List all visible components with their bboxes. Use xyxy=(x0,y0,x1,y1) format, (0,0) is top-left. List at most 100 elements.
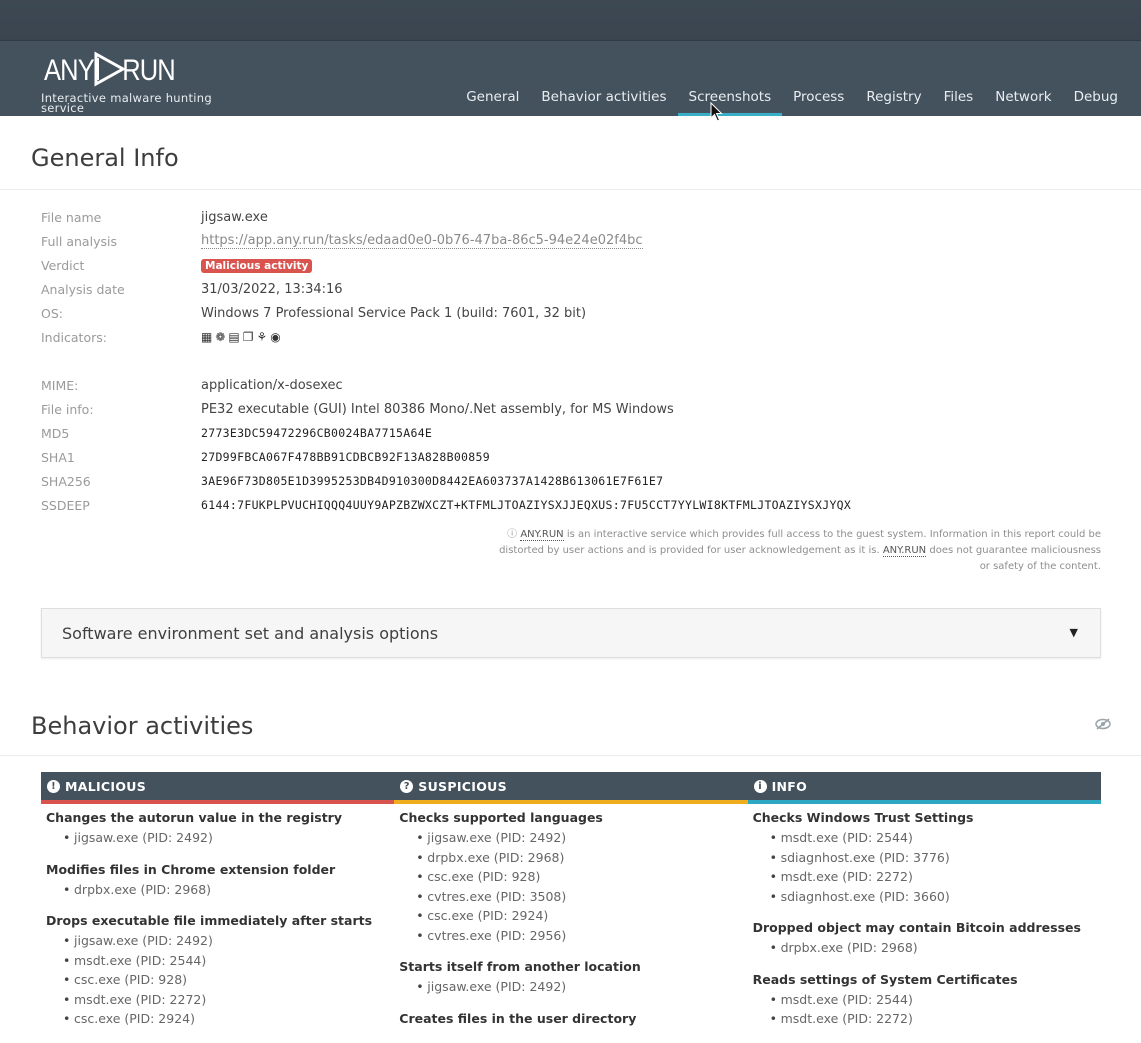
process-item[interactable]: cvtres.exe (PID: 3508) xyxy=(399,887,742,907)
process-item[interactable]: jigsaw.exe (PID: 2492) xyxy=(399,828,742,848)
label: Full analysis xyxy=(41,233,117,249)
process-item[interactable]: drpbx.exe (PID: 2968) xyxy=(46,880,389,900)
suspicious-header: ? SUSPICIOUS xyxy=(394,772,748,800)
row-mime: MIME: application/x-dosexec xyxy=(41,373,1101,397)
files-icon[interactable]: ❐ xyxy=(243,330,254,344)
process-item[interactable]: csc.exe (PID: 2924) xyxy=(46,1009,389,1029)
svg-text:RUN: RUN xyxy=(122,53,175,86)
row-verdict: Verdict Malicious activity xyxy=(41,253,1101,277)
nav-process[interactable]: Process xyxy=(782,81,855,116)
svg-text:ANY: ANY xyxy=(44,53,94,86)
row-os: OS: Windows 7 Professional Service Pack … xyxy=(41,301,1101,325)
site-header: ANY RUN Interactive malware hunting serv… xyxy=(0,40,1141,116)
tagline: Interactive malware hunting service xyxy=(41,92,231,114)
group-title: Reads settings of System Certificates xyxy=(752,971,1018,987)
process-item[interactable]: cvtres.exe (PID: 2956) xyxy=(399,926,742,946)
spy-icon[interactable]: ⚘ xyxy=(257,330,268,344)
row-file-name: File name jigsaw.exe xyxy=(41,205,1101,229)
group-title: Modifies files in Chrome extension folde… xyxy=(46,861,336,877)
process-item[interactable]: msdt.exe (PID: 2544) xyxy=(753,828,1096,848)
file-name-value: jigsaw.exe xyxy=(201,209,268,225)
row-file-info: File info: PE32 executable (GUI) Intel 8… xyxy=(41,397,1101,421)
row-sha1: SHA1 27D99FBCA067F478BB91CDBCB92F13A828B… xyxy=(41,445,1101,469)
label: SHA256 xyxy=(41,473,91,489)
behavior-group: Dropped object may contain Bitcoin addre… xyxy=(753,920,1096,958)
process-item[interactable]: msdt.exe (PID: 2544) xyxy=(753,990,1096,1010)
analysis-date-value: 31/03/2022, 13:34:16 xyxy=(201,281,343,297)
label: MD5 xyxy=(41,425,70,441)
nav-debug[interactable]: Debug xyxy=(1063,81,1129,116)
file-info-value: PE32 executable (GUI) Intel 80386 Mono/.… xyxy=(201,401,674,417)
behavior-group: Creates files in the user directory xyxy=(399,1011,742,1026)
bug-icon[interactable]: ❁ xyxy=(215,330,225,344)
process-item[interactable]: jigsaw.exe (PID: 2492) xyxy=(399,977,742,997)
process-item[interactable]: drpbx.exe (PID: 2968) xyxy=(753,938,1096,958)
process-item[interactable]: csc.exe (PID: 928) xyxy=(46,970,389,990)
process-item[interactable]: sdiagnhost.exe (PID: 3776) xyxy=(753,848,1096,868)
eye-icon[interactable]: ◉ xyxy=(270,330,280,344)
column-title: INFO xyxy=(771,778,808,794)
sha256-value: 3AE96F73D805E1D3995253DB4D910300D8442EA6… xyxy=(201,474,664,488)
label: OS: xyxy=(41,305,63,321)
accordion-label: Software environment set and analysis op… xyxy=(62,624,439,643)
behavior-group: Modifies files in Chrome extension folde… xyxy=(46,862,389,900)
nav-files[interactable]: Files xyxy=(933,81,985,116)
divider xyxy=(0,755,1141,756)
disclaimer: ⓘ ANY.RUN is an interactive service whic… xyxy=(491,527,1101,575)
full-analysis-link[interactable]: https://app.any.run/tasks/edaad0e0-0b76-… xyxy=(201,233,643,249)
eye-slash-icon[interactable] xyxy=(1095,718,1111,734)
network-icon[interactable]: ▦ xyxy=(201,330,212,344)
mime-value: application/x-dosexec xyxy=(201,377,343,393)
main-nav: General Behavior activities Screenshots … xyxy=(455,81,1129,116)
behavior-activities-title: Behavior activities xyxy=(31,712,254,740)
group-title: Drops executable file immediately after … xyxy=(46,913,373,928)
label: Indicators: xyxy=(41,329,107,345)
caret-down-icon: ▼ xyxy=(1069,626,1078,639)
group-title: Creates files in the user directory xyxy=(399,1010,637,1026)
process-item[interactable]: jigsaw.exe (PID: 2492) xyxy=(46,828,389,848)
sha1-value: 27D99FBCA067F478BB91CDBCB92F13A828B00859 xyxy=(201,450,490,464)
process-item[interactable]: csc.exe (PID: 2924) xyxy=(399,906,742,926)
nav-network[interactable]: Network xyxy=(984,81,1062,116)
nav-screenshots[interactable]: Screenshots xyxy=(677,81,783,116)
exclamation-circle-icon: ! xyxy=(47,779,60,793)
nav-general[interactable]: General xyxy=(455,81,530,116)
question-circle-icon: ? xyxy=(400,779,414,793)
behavior-columns: ! MALICIOUS Changes the autorun value in… xyxy=(41,772,1101,1043)
column-title: SUSPICIOUS xyxy=(418,778,507,794)
row-full-analysis: Full analysis https://app.any.run/tasks/… xyxy=(41,229,1101,253)
process-item[interactable]: msdt.exe (PID: 2272) xyxy=(753,1009,1096,1029)
disclaimer-brand-link[interactable]: ANY.RUN xyxy=(520,529,564,541)
label: SHA1 xyxy=(41,449,75,465)
label: Verdict xyxy=(41,257,85,273)
row-md5: MD5 2773E3DC59472296CB0024BA7715A64E xyxy=(41,421,1101,445)
row-analysis-date: Analysis date 31/03/2022, 13:34:16 xyxy=(41,277,1101,301)
disclaimer-brand-link-2[interactable]: ANY.RUN xyxy=(882,545,927,557)
process-item[interactable]: sdiagnhost.exe (PID: 3660) xyxy=(753,887,1096,907)
nav-behavior-activities[interactable]: Behavior activities xyxy=(530,81,677,116)
label: SSDEEP xyxy=(41,497,90,513)
info-column: i INFO Checks Windows Trust Settings msd… xyxy=(747,772,1101,1043)
process-item[interactable]: drpbx.exe (PID: 2968) xyxy=(399,848,742,868)
group-title: Checks supported languages xyxy=(399,810,603,825)
behavior-group: Reads settings of System Certificates ms… xyxy=(753,972,1096,1029)
label: File info: xyxy=(41,401,94,417)
suspicious-column: ? SUSPICIOUS Checks supported languages … xyxy=(394,772,748,1043)
group-title: Starts itself from another location xyxy=(399,959,641,974)
process-item[interactable]: msdt.exe (PID: 2544) xyxy=(46,951,389,971)
software-environment-accordion[interactable]: Software environment set and analysis op… xyxy=(41,608,1101,658)
executable-icon[interactable]: ▤ xyxy=(228,330,239,344)
process-item[interactable]: jigsaw.exe (PID: 2492) xyxy=(46,931,389,951)
process-item[interactable]: msdt.exe (PID: 2272) xyxy=(753,867,1096,887)
process-item[interactable]: csc.exe (PID: 928) xyxy=(399,867,742,887)
behavior-group: Changes the autorun value in the registr… xyxy=(46,810,389,848)
general-info-title: General Info xyxy=(31,144,179,172)
general-info-table: File name jigsaw.exe Full analysis https… xyxy=(41,205,1101,517)
nav-registry[interactable]: Registry xyxy=(855,81,932,116)
md5-value: 2773E3DC59472296CB0024BA7715A64E xyxy=(201,426,433,440)
browser-top-bar xyxy=(0,0,1141,40)
label: MIME: xyxy=(41,377,79,393)
behavior-group: Checks supported languages jigsaw.exe (P… xyxy=(399,810,742,945)
process-item[interactable]: msdt.exe (PID: 2272) xyxy=(46,990,389,1010)
anyrun-logo[interactable]: ANY RUN xyxy=(44,49,184,89)
